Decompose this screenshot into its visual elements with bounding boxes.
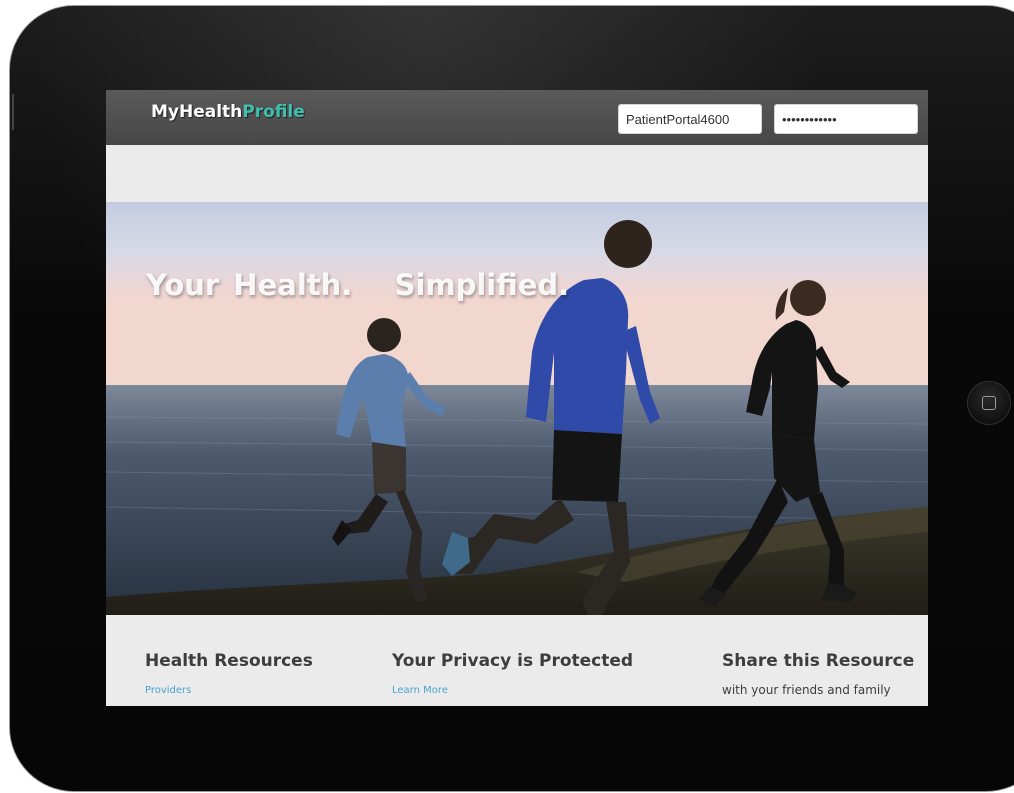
feature-text: with your friends and family <box>722 683 891 697</box>
username-field[interactable] <box>618 104 762 134</box>
header-bar: MyHealthProfile <box>106 90 928 145</box>
password-field[interactable] <box>774 104 918 134</box>
learn-more-link[interactable]: Learn More <box>392 685 633 696</box>
feature-title: Your Privacy is Protected <box>392 651 634 671</box>
side-button <box>12 94 14 130</box>
features-section: Health Resources Providers Your Privacy … <box>106 615 928 706</box>
hero-banner: Your Health. Simplified. <box>106 202 928 615</box>
hero-headline: Your Health. Simplified. <box>146 268 570 302</box>
feature-privacy: Your Privacy is Protected Learn More <box>392 651 633 696</box>
tablet-screen: MyHealthProfile PatientPortal4600 ••••••… <box>106 90 928 706</box>
home-button[interactable] <box>968 382 1010 424</box>
providers-link[interactable]: Providers <box>145 685 313 696</box>
tablet-frame: MyHealthProfile PatientPortal4600 ••••••… <box>10 6 1014 791</box>
site-logo[interactable]: MyHealthProfile <box>151 102 305 122</box>
hero-photo <box>106 202 928 615</box>
logo-accent-text: Profile <box>242 102 305 122</box>
home-button-icon <box>982 396 996 410</box>
feature-title: Share this Resource <box>722 651 915 671</box>
feature-share: Share this Resource with your friends an… <box>722 651 914 697</box>
logo-main-text: MyHealth <box>151 102 243 122</box>
feature-health-resources: Health Resources Providers <box>145 651 313 696</box>
navigation-bar <box>106 145 928 203</box>
feature-title: Health Resources <box>145 651 313 671</box>
